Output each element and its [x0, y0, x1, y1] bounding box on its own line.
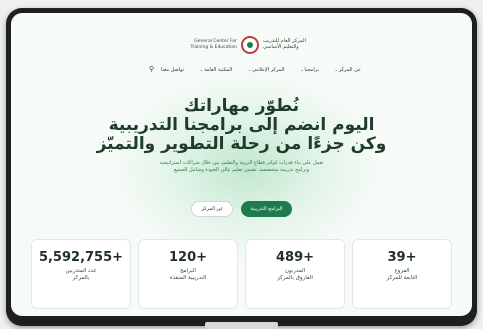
hero-subtitle: نعمل على بناء قدرات كوادر قطاع التربية و…: [11, 160, 472, 174]
screen: General Center For Training & Education …: [11, 13, 472, 316]
nav-item-media[interactable]: ⌄المركز الإعلامي: [248, 67, 285, 73]
stats-row: 39+ الفروع التابعة للمركز 489+ المدربون ال…: [31, 239, 452, 309]
stat-label: المدربون الفاروق بالمركز: [277, 268, 313, 281]
stat-label: عدد المتدربين بالمركز: [65, 268, 97, 281]
chevron-down-icon: ⌄: [300, 67, 304, 72]
nav-item-about[interactable]: ⌄عن المركز: [335, 67, 361, 73]
stat-card-branches: 39+ الفروع التابعة للمركز: [352, 239, 452, 309]
chevron-down-icon: ⌄: [334, 67, 338, 72]
logo-en-line1: General Center For: [194, 39, 237, 44]
nav-item-contact[interactable]: تواصل معنا: [161, 67, 184, 73]
stat-value: 489+: [275, 250, 315, 265]
logo-emblem-icon: [241, 36, 259, 54]
stat-card-programs: 120+ البرامج التدريبية المنفذة: [138, 239, 238, 309]
device-stand: [205, 322, 278, 329]
stat-value: 39+: [387, 250, 417, 265]
chevron-down-icon: ⌄: [247, 67, 252, 72]
logo-en-line2: Training & Education: [190, 44, 237, 50]
programs-button[interactable]: البرامج التدريبية: [241, 201, 292, 217]
hero-buttons: البرامج التدريبية عن المركز: [11, 201, 472, 217]
hero-title-line2: اليوم انضم إلى برامجنا التدريبية: [108, 115, 375, 135]
logo-text-en: General Center For Training & Education: [189, 39, 237, 50]
main-nav: ⌄عن المركز ⌄برامجنا ⌄المركز الإعلامي ⌄ال…: [161, 65, 361, 75]
chevron-down-icon: ⌄: [199, 67, 204, 72]
search-icon[interactable]: ⚲: [149, 65, 154, 73]
hero-title-line3: وكن جزءًا من رحلة التطوير والتميّز: [96, 134, 387, 154]
stat-card-trainees: 5,592,755+ عدد المتدربين بالمركز: [31, 239, 131, 309]
logo-ar-line2: والتعليم الأساسي: [263, 44, 299, 50]
about-button[interactable]: عن المركز: [191, 201, 234, 217]
stat-value: 5,592,755+: [38, 250, 124, 265]
hero: نُطوّر مهاراتك اليوم انضم إلى برامجنا ال…: [11, 97, 472, 174]
stat-value: 120+: [168, 250, 208, 265]
logo-text-ar: المركز العام للتدريب والتعليم الأساسي: [263, 38, 309, 50]
site-logo[interactable]: General Center For Training & Education …: [189, 35, 309, 57]
stat-card-trainers: 489+ المدربون الفاروق بالمركز: [245, 239, 345, 309]
hero-title-line1: نُطوّر مهاراتك: [183, 96, 300, 116]
nav-item-programs[interactable]: ⌄برامجنا: [300, 67, 319, 73]
hero-subtitle-line2: وبرامج تدريبية متخصصة، تضمن تعليم عالي ا…: [173, 167, 310, 173]
stat-label: الفروع التابعة للمركز: [386, 268, 418, 281]
device-frame: General Center For Training & Education …: [6, 8, 477, 326]
nav-item-library[interactable]: ⌄المكتبة العامة: [200, 67, 232, 73]
stat-label: البرامج التدريبية المنفذة: [169, 268, 207, 281]
hero-subtitle-line1: نعمل على بناء قدرات كوادر قطاع التربية و…: [159, 160, 324, 166]
header: General Center For Training & Education …: [11, 35, 472, 57]
